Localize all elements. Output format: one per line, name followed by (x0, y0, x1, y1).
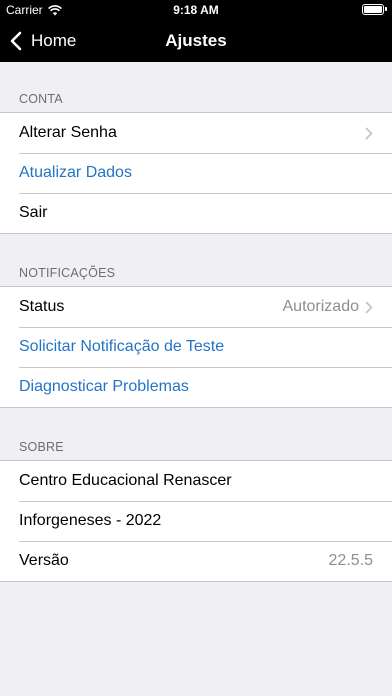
settings-group-notificacoes: Status Autorizado Solicitar Notificação … (0, 286, 392, 408)
battery-tip (385, 7, 387, 11)
page-title: Ajustes (165, 31, 227, 50)
version-value: 22.5.5 (328, 552, 373, 569)
row-label: Inforgeneses - 2022 (19, 512, 162, 529)
row-label: Sair (19, 204, 48, 221)
section-header-notificacoes: NOTIFICAÇÕES (19, 266, 116, 280)
status-bar: Carrier 9:18 AM (0, 0, 392, 20)
settings-row-status[interactable]: Status Autorizado (0, 287, 392, 327)
settings-group-conta: Alterar Senha Atualizar Dados Sair (0, 112, 392, 234)
status-time: 9:18 AM (173, 3, 219, 17)
settings-row-sair[interactable]: Sair (0, 193, 392, 233)
settings-row-alterar-senha[interactable]: Alterar Senha (0, 113, 392, 153)
row-label: Centro Educacional Renascer (19, 472, 232, 489)
row-label: Solicitar Notificação de Teste (19, 338, 225, 355)
battery-fill (364, 6, 382, 13)
settings-row-solicitar-notificacao[interactable]: Solicitar Notificação de Teste (0, 327, 392, 367)
row-label: Atualizar Dados (19, 164, 132, 181)
settings-row-versao: Versão 22.5.5 (0, 541, 392, 581)
settings-row-atualizar-dados[interactable]: Atualizar Dados (0, 153, 392, 193)
chevron-right-icon (365, 301, 373, 313)
settings-row-inforgeneses: Inforgeneses - 2022 (0, 501, 392, 541)
chevron-right-icon (365, 127, 373, 139)
section-header-conta: CONTA (19, 92, 63, 106)
row-label: Versão (19, 552, 69, 569)
settings-group-sobre: Centro Educacional Renascer Inforgeneses… (0, 460, 392, 582)
row-label: Diagnosticar Problemas (19, 378, 189, 395)
navigation-bar: Home Ajustes (0, 20, 392, 62)
settings-row-diagnosticar-problemas[interactable]: Diagnosticar Problemas (0, 367, 392, 407)
row-label: Status (19, 298, 65, 315)
settings-row-centro-educacional: Centro Educacional Renascer (0, 461, 392, 501)
row-label: Alterar Senha (19, 124, 117, 141)
status-value: Autorizado (282, 298, 360, 315)
section-header-sobre: SOBRE (19, 440, 64, 454)
battery-icon (362, 4, 384, 15)
